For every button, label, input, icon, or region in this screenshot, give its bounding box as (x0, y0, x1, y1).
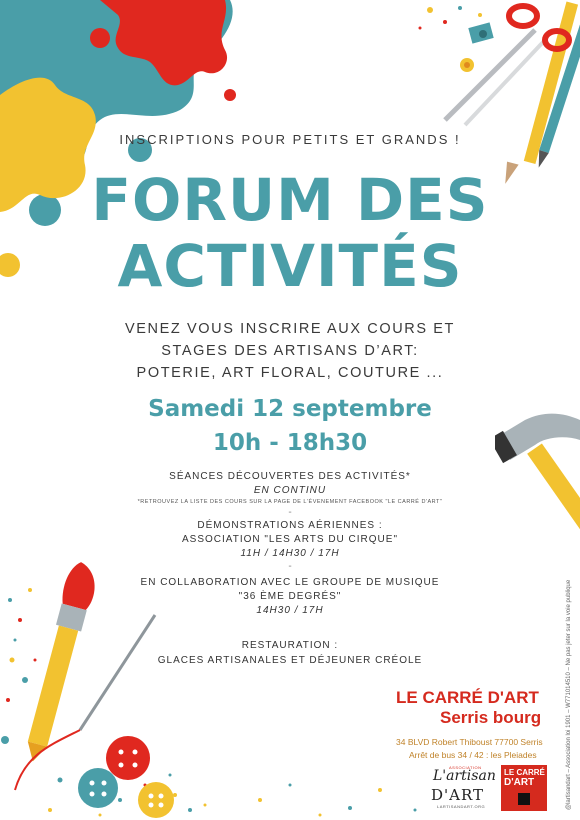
program-block2-line: ASSOCIATION "LES ARTS DU CIRQUE" (182, 534, 398, 545)
program-block3-times: 14H30 / 17H (256, 605, 324, 616)
carre-dart-logo: LE CARRÉ D'ART (501, 765, 547, 811)
program-block1-note: *RETROUVEZ LA LISTE DES COURS SUR LA PAG… (137, 499, 443, 505)
program-block2-title: DÉMONSTRATIONS AÉRIENNES : (197, 520, 383, 531)
intro-text: VENEZ VOUS INSCRIRE AUX COURS ET STAGES … (0, 318, 580, 384)
separator: - (288, 507, 292, 518)
intro-line: VENEZ VOUS INSCRIRE AUX COURS ET (125, 321, 455, 337)
tagline: INSCRIPTIONS POUR PETITS ET GRANDS ! (119, 132, 461, 147)
page-title-line-1: FORUM DES (91, 166, 489, 234)
page-title-line-2: ACTIVITÉS (117, 232, 463, 300)
program-block2-times: 11H / 14H30 / 17H (240, 548, 340, 559)
artisan-dart-logo: ASSOCIATION L'artisan D'ART LARTISANDART… (431, 765, 496, 811)
event-hours: 10h - 18h30 (212, 430, 368, 456)
program-block3-line: "36 ÈME DEGRÉS" (238, 591, 342, 602)
logo-url-text: LARTISANDART.ORG (437, 804, 486, 809)
venue-address: 34 BLVD Robert Thiboust 77700 Serris (396, 737, 543, 747)
program-block3-title: EN COLLABORATION AVEC LE GROUPE DE MUSIQ… (140, 577, 440, 588)
legal-vertical-text: @lartisandart – Association loi 1901 – W… (566, 579, 572, 810)
event-date: Samedi 12 septembre (148, 396, 432, 422)
intro-line: STAGES DES ARTISANS D’ART: (161, 343, 419, 359)
venue-bus: Arrêt de bus 34 / 42 : les Pleiades (409, 750, 537, 760)
separator: - (288, 561, 292, 572)
carre-logo-line1: LE CARRÉ (504, 768, 545, 777)
program-block4-title: RESTAURATION : (241, 640, 339, 651)
logo-script-text: L'artisan (433, 768, 496, 784)
intro-line: POTERIE, ART FLORAL, COUTURE ... (136, 365, 444, 381)
program-block4-line: GLACES ARTISANALES ET DÉJEUNER CRÉOLE (157, 655, 423, 666)
logo-main-text: D'ART (431, 786, 485, 804)
program-block1-sub: EN CONTINU (253, 485, 327, 496)
program-block1-title: SÉANCES DÉCOUVERTES DES ACTIVITÉS* (169, 471, 411, 482)
carre-logo-square (518, 793, 530, 805)
venue-place: Serris bourg (440, 708, 542, 727)
venue-name: LE CARRÉ D'ART (396, 688, 539, 707)
carre-logo-line2: D'ART (504, 777, 535, 788)
